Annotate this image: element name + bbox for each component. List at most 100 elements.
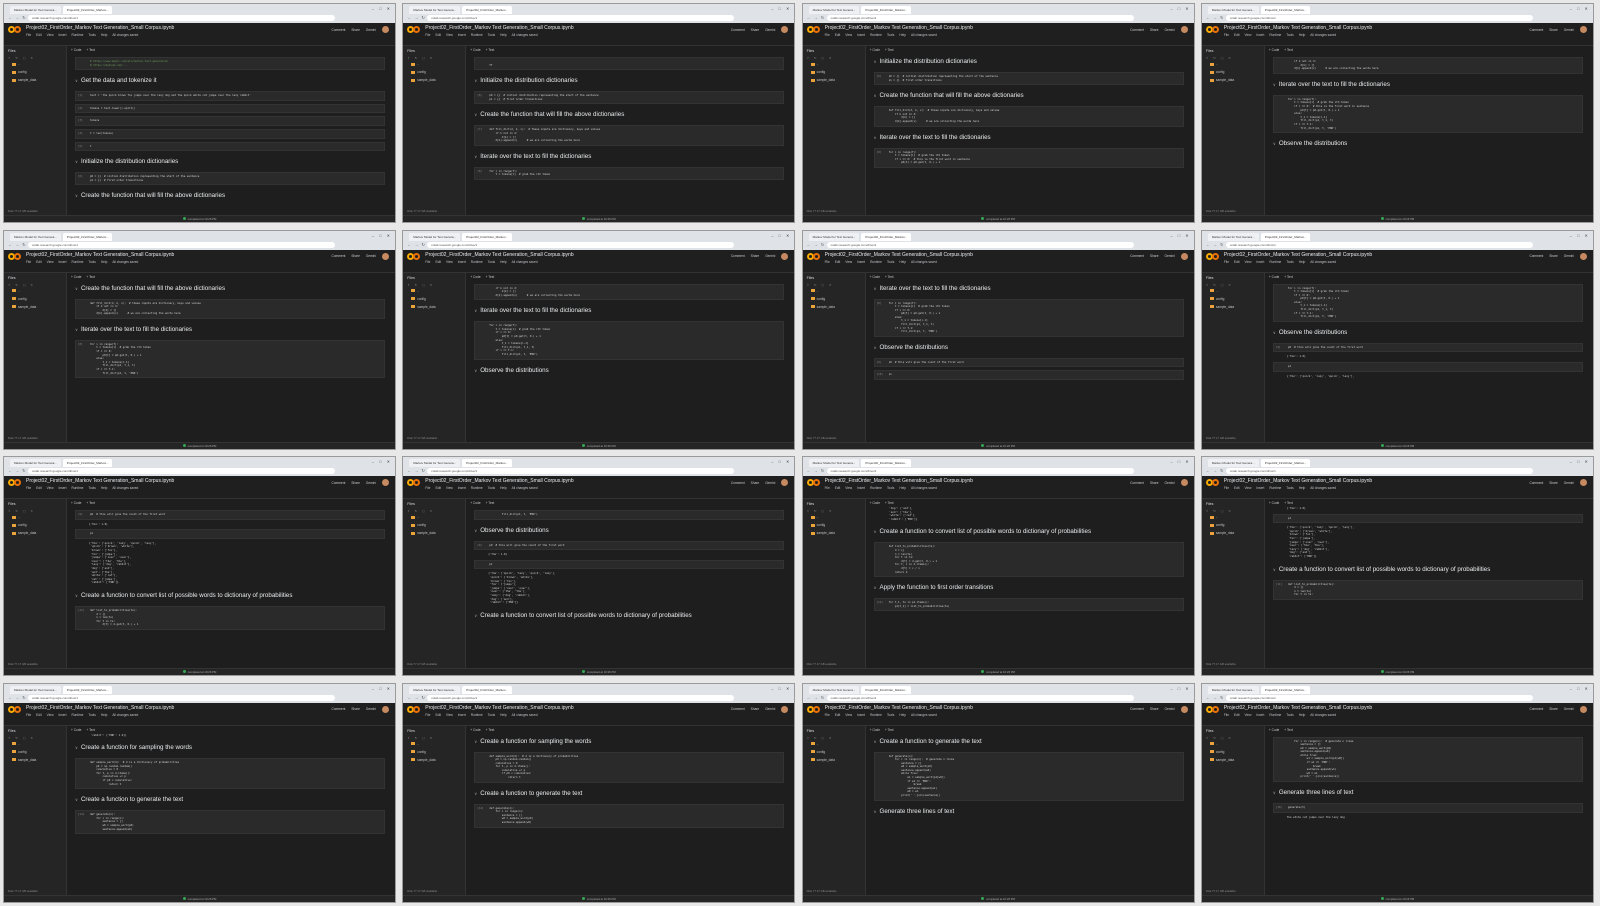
section-heading[interactable]: ∨ Create a function to generate the text <box>67 792 391 807</box>
file-tree-item[interactable]: config <box>1202 521 1264 529</box>
menu-item[interactable]: File <box>1224 486 1229 490</box>
menu-item[interactable]: Tools <box>887 33 894 37</box>
browser-nav-icons[interactable]: ← → ↻ <box>8 695 27 700</box>
menu-item[interactable]: Help <box>500 486 507 490</box>
code-cell[interactable]: def fill_dict(d, k, v): # these inputs a… <box>873 106 1184 127</box>
share-button[interactable]: Share <box>751 28 760 32</box>
menu-item[interactable]: Runtime <box>71 713 83 717</box>
browser-nav-icons[interactable]: ← → ↻ <box>8 242 27 247</box>
menu-item[interactable]: View <box>845 713 852 717</box>
menu-item[interactable]: Insert <box>59 260 67 264</box>
menu-item[interactable]: Tools <box>1286 486 1293 490</box>
menu-item[interactable]: Edit <box>1234 260 1240 264</box>
browser-tab[interactable]: Markov Model for Text Genera... <box>1207 232 1259 241</box>
address-bar[interactable]: colab.research.google.com/drive/1 <box>28 241 335 248</box>
menu-item[interactable]: Runtime <box>870 33 882 37</box>
menu-item[interactable]: Help <box>899 486 906 490</box>
menu-item[interactable]: View <box>845 486 852 490</box>
browser-nav-icons[interactable]: ← → ↻ <box>807 695 826 700</box>
avatar[interactable] <box>1180 26 1188 33</box>
window-controls[interactable]: – □ ✕ <box>1570 459 1590 464</box>
comment-button[interactable]: Comment <box>731 707 745 711</box>
menu-item[interactable]: Tools <box>887 260 894 264</box>
window-controls[interactable]: – □ ✕ <box>372 6 392 11</box>
file-tree-item[interactable]: sample_data <box>4 529 66 537</box>
chevron-down-icon[interactable]: ∨ <box>474 613 477 618</box>
chevron-down-icon[interactable]: ∨ <box>75 193 78 198</box>
menu-item[interactable]: File <box>1224 713 1229 717</box>
colab-logo-icon[interactable] <box>407 705 421 714</box>
address-bar[interactable]: colab.research.google.com/drive/1 <box>1225 15 1533 21</box>
address-bar[interactable]: colab.research.google.com/drive/1 <box>826 15 1134 21</box>
chevron-down-icon[interactable]: ∨ <box>1273 82 1276 87</box>
window-controls[interactable]: – □ ✕ <box>1170 6 1190 11</box>
section-heading[interactable]: ∨ Initialize the distribution dictionarie… <box>866 54 1190 69</box>
browser-nav-icons[interactable]: ← → ↻ <box>1206 242 1225 247</box>
section-heading[interactable]: ∨ Observe the distributions <box>1265 325 1589 340</box>
menu-item[interactable]: Tools <box>1286 713 1293 717</box>
browser-tab[interactable]: Markov Model for Text Genera... <box>808 459 860 467</box>
add-code-button[interactable]: + Code <box>870 728 880 732</box>
browser-tab[interactable]: Markov Model for Text Genera... <box>1207 685 1259 694</box>
menu-item[interactable]: View <box>845 260 852 264</box>
menu-item[interactable]: Help <box>899 713 906 717</box>
menu-item[interactable]: View <box>1245 486 1252 490</box>
gemini-button[interactable]: Gemini <box>765 254 775 258</box>
file-tree-item[interactable]: .. <box>4 513 66 521</box>
menu-item[interactable]: Tools <box>88 486 95 490</box>
file-tree-item[interactable]: .. <box>4 60 66 68</box>
browser-tab-active[interactable]: Project02_FirstOrder_Markov... <box>462 685 512 694</box>
browser-tab[interactable]: Markov Model for Text Genera... <box>1207 459 1259 467</box>
share-button[interactable]: Share <box>1549 707 1558 711</box>
colab-logo-icon[interactable] <box>806 26 821 34</box>
share-button[interactable]: Share <box>1150 481 1159 485</box>
chevron-down-icon[interactable]: ∨ <box>874 59 877 64</box>
browser-tab-active[interactable]: Project02_FirstOrder_Markov... <box>62 459 113 467</box>
menu-item[interactable]: View <box>446 486 453 490</box>
gemini-button[interactable]: Gemini <box>1164 481 1174 485</box>
avatar[interactable] <box>382 252 389 260</box>
gemini-button[interactable]: Gemini <box>366 254 376 258</box>
chevron-down-icon[interactable]: ∨ <box>874 585 877 590</box>
file-tree-item[interactable]: config <box>1202 68 1264 76</box>
add-text-button[interactable]: + Text <box>486 275 495 279</box>
code-cell[interactable]: def fill_dict(d, k, v): # these inputs a… <box>75 298 385 319</box>
code-cell[interactable]: [11] def list_to_probabilities(ts): d = {… <box>1272 579 1583 600</box>
add-text-button[interactable]: + Text <box>86 48 95 52</box>
menu-item[interactable]: Help <box>101 486 108 490</box>
chevron-down-icon[interactable]: ∨ <box>874 739 877 744</box>
file-tree-item[interactable]: sample_data <box>803 756 865 764</box>
browser-tab-active[interactable]: Project02_FirstOrder_Markov... <box>62 685 113 694</box>
notebook-title[interactable]: Project02_FirstOrder_Markov Text Generat… <box>1224 478 1372 484</box>
browser-tab[interactable]: Markov Model for Text Genera... <box>10 459 61 467</box>
file-tree-item[interactable]: .. <box>803 287 865 295</box>
browser-tab-active[interactable]: Project02_FirstOrder_Markov... <box>1260 459 1311 467</box>
code-cell[interactable]: def sample_word(d): # d is a dictionary … <box>75 758 385 790</box>
comment-button[interactable]: Comment <box>1529 254 1543 258</box>
colab-logo-icon[interactable] <box>1205 705 1220 714</box>
comment-button[interactable]: Comment <box>1529 707 1543 711</box>
section-heading[interactable]: ∨ Generate three lines of text <box>866 804 1190 819</box>
menu-item[interactable]: Runtime <box>870 260 882 264</box>
menu-item[interactable]: Runtime <box>71 486 83 490</box>
browser-tab-active[interactable]: Project02_FirstOrder_Markov... <box>861 6 912 14</box>
chevron-down-icon[interactable]: ∨ <box>75 327 78 332</box>
notebook-title[interactable]: Project02_FirstOrder_Markov Text Generat… <box>26 25 174 31</box>
notebook-title[interactable]: Project02_FirstOrder_Markov Text Generat… <box>1224 252 1372 258</box>
code-cell[interactable]: [8] for i in range(T): t = tokens[i] # gr… <box>75 339 385 379</box>
file-tree-item[interactable]: sample_data <box>4 76 66 84</box>
file-tree-item[interactable]: .. <box>403 287 465 295</box>
file-tree-item[interactable]: .. <box>1202 740 1264 748</box>
code-cell[interactable]: [9] p0 # this will give the count of the … <box>474 540 785 551</box>
file-tree-item[interactable]: sample_data <box>1202 756 1264 764</box>
add-text-button[interactable]: + Text <box>486 48 495 52</box>
menu-item[interactable]: Edit <box>1234 486 1240 490</box>
colab-logo-icon[interactable] <box>407 479 421 487</box>
section-heading[interactable]: ∨ Create a function to convert list of po… <box>466 608 790 623</box>
section-heading[interactable]: ∨ Create a function for sampling the word… <box>466 734 790 749</box>
add-text-button[interactable]: + Text <box>86 501 95 505</box>
chevron-down-icon[interactable]: ∨ <box>474 112 477 117</box>
menu-item[interactable]: Runtime <box>71 260 83 264</box>
avatar[interactable] <box>1579 252 1587 260</box>
code-cell[interactable]: [2] tokens = text.lower().split() <box>75 103 385 114</box>
